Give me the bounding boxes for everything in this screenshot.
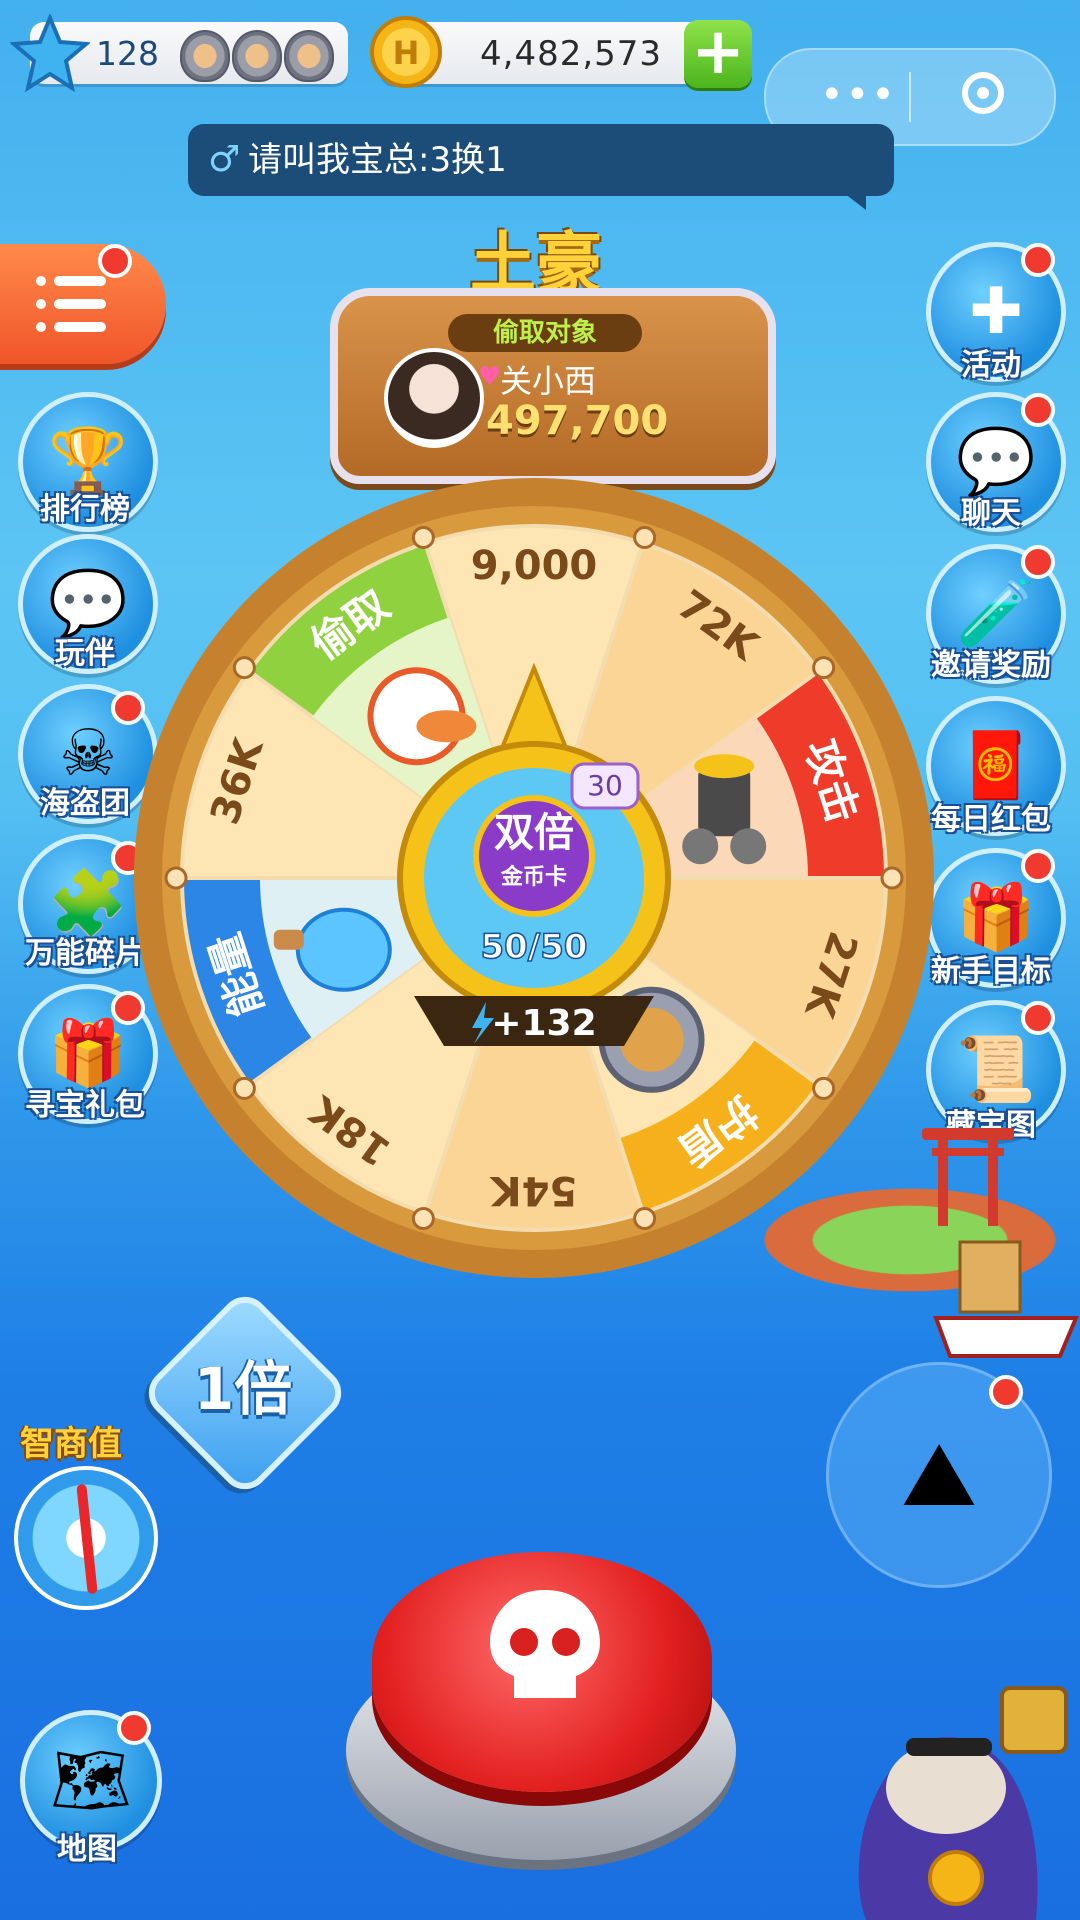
- rim-dot: [232, 656, 256, 680]
- spin-wheel: 9,00072K攻击27K护盾54K18K能量36K偷取双倍金币卡3050/50…: [134, 478, 934, 1278]
- chat-message-bubble[interactable]: ♂ 请叫我宝总:3换1: [188, 124, 894, 196]
- heart-icon: ♥: [478, 362, 502, 392]
- menu-icon: [36, 276, 106, 332]
- coins-value: 4,482,573: [480, 34, 663, 74]
- notification-dot: [1021, 545, 1055, 579]
- mountain-island-icon: ⛰: [901, 1422, 977, 1527]
- steal-target-tag: 偷取对象: [448, 314, 642, 352]
- walrus-mascot-icon: [858, 1686, 1068, 1920]
- close-target-icon[interactable]: [962, 72, 1004, 114]
- red-envelope-icon: 🧧: [956, 729, 1036, 803]
- rim-dot: [633, 526, 657, 550]
- rim-dot: [880, 866, 904, 890]
- gift-box-icon: 🎁: [956, 881, 1036, 955]
- target-player-coins: 497,700: [486, 398, 669, 444]
- male-icon: ♂: [208, 139, 241, 180]
- activity-label: 活动: [961, 348, 1021, 383]
- bubble-tail: [840, 190, 866, 210]
- wheel-segment-label: 54K: [489, 1167, 578, 1213]
- coin-icon: H: [370, 16, 442, 88]
- rim-dot: [812, 1076, 836, 1100]
- notification-dot: [117, 1711, 151, 1745]
- chat-buddy-icon: 💬: [48, 567, 128, 641]
- rim-dot: [812, 656, 836, 680]
- capsule-divider: [909, 72, 911, 122]
- ship-icon: [933, 1240, 1080, 1358]
- rim-dot: [411, 526, 435, 550]
- more-icon[interactable]: •••: [820, 72, 897, 118]
- chat-message-text: 请叫我宝总:3换1: [248, 140, 507, 180]
- iq-gauge[interactable]: [14, 1466, 158, 1610]
- notification-dot: [1021, 393, 1055, 427]
- stars-value: 128: [96, 34, 159, 73]
- wheel-segment-label: 9,000: [471, 543, 598, 589]
- notification-dot: [1021, 243, 1055, 277]
- shield-icon: [180, 30, 230, 82]
- double-card-subtitle: 金币卡: [500, 864, 567, 890]
- card-count: 30: [587, 769, 623, 802]
- scroll-icon: 📜: [956, 1033, 1036, 1107]
- shield-icon: [232, 30, 282, 82]
- bone-cross-icon: ✚: [969, 275, 1023, 349]
- map-label: 地图: [57, 1832, 117, 1867]
- island-button[interactable]: ⛰: [826, 1362, 1052, 1588]
- svg-text:H: H: [393, 34, 420, 72]
- energy-value: 50/50: [480, 927, 587, 967]
- puzzle-piece-icon: 🧩: [48, 867, 128, 941]
- map-icon: 🗺: [50, 1744, 132, 1818]
- double-card-title: 双倍: [494, 810, 574, 856]
- add-coins-button[interactable]: +: [684, 20, 752, 88]
- notification-dot: [98, 244, 132, 278]
- target-player-name: 关小西: [500, 362, 597, 400]
- rim-dot: [232, 1076, 256, 1100]
- iq-label: 智商值: [20, 1424, 122, 1464]
- rim-dot: [633, 1206, 657, 1230]
- shield-icon: [284, 30, 334, 82]
- star-icon: [10, 14, 90, 93]
- avatar[interactable]: [384, 348, 484, 448]
- notification-dot: [1021, 1001, 1055, 1035]
- menu-button[interactable]: [0, 244, 166, 364]
- energy-bonus: +132: [491, 1003, 596, 1044]
- treasure-chest-icon: 🎁: [48, 1017, 128, 1091]
- skull-icon: [490, 1590, 600, 1698]
- notification-dot: [1021, 849, 1055, 883]
- rim-dot: [164, 866, 188, 890]
- rim-dot: [411, 1206, 435, 1230]
- notification-dot: [989, 1375, 1023, 1409]
- potion-bottle-icon: 🧪: [956, 577, 1036, 651]
- chat-bubbles-icon: 💬: [956, 425, 1036, 499]
- pirate-crew-icon: ☠: [59, 717, 117, 791]
- gauge-needle: [76, 1483, 98, 1595]
- multiplier-label: 1倍: [193, 1355, 293, 1423]
